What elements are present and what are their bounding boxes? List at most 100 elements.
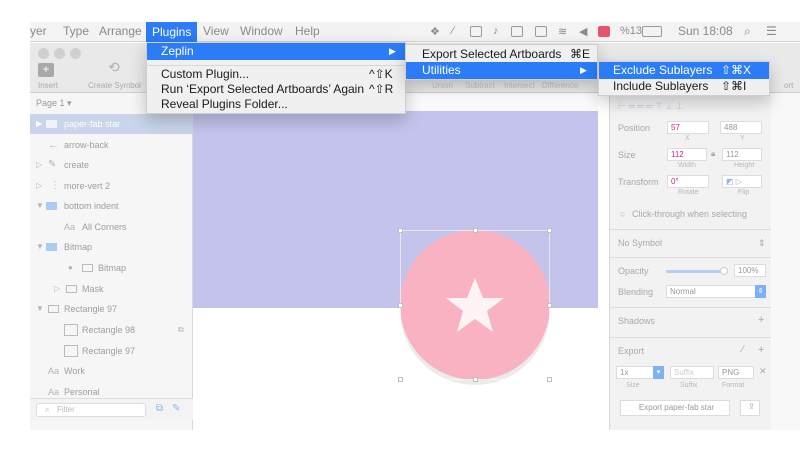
- menu-window[interactable]: Window: [240, 24, 283, 38]
- filter-input[interactable]: ⌕ Filter: [36, 403, 146, 417]
- spotlight-icon[interactable]: ⌕: [744, 24, 751, 39]
- intersect-label[interactable]: Intersect: [504, 81, 535, 90]
- close-window-button[interactable]: [38, 48, 49, 59]
- layer-row[interactable]: ▷ ⋮ more-vert 2: [30, 176, 193, 196]
- clock[interactable]: Sun 18:08: [678, 24, 733, 38]
- layer-row[interactable]: ▷ ✎ create: [30, 155, 193, 175]
- insert-button[interactable]: +: [38, 63, 54, 77]
- layer-row[interactable]: ▷ Mask: [30, 279, 193, 299]
- page-selector[interactable]: Page 1 ▾: [36, 98, 72, 109]
- airplay-icon[interactable]: [535, 26, 547, 37]
- menu-plugins[interactable]: Plugins: [146, 22, 198, 42]
- opacity-slider-knob[interactable]: [720, 267, 728, 275]
- scale-chevron-icon[interactable]: ▾: [653, 366, 664, 379]
- resize-handle[interactable]: [398, 377, 403, 382]
- red-app-icon[interactable]: [598, 26, 610, 37]
- menu-arrange[interactable]: Arrange: [99, 24, 142, 38]
- minimize-window-button[interactable]: [54, 48, 65, 59]
- menu-item-reveal-folder[interactable]: Reveal Plugins Folder...: [147, 96, 405, 113]
- pen-icon[interactable]: ⁄: [452, 25, 454, 37]
- notification-center-icon[interactable]: ☰: [766, 24, 777, 38]
- resize-handle[interactable]: [398, 228, 403, 233]
- bell-icon[interactable]: ♪: [493, 25, 499, 37]
- layer-row[interactable]: ▼ Rectangle 97: [30, 299, 193, 319]
- remove-export-icon[interactable]: ✕: [759, 366, 767, 377]
- layer-row[interactable]: ▼ Bitmap: [30, 237, 193, 257]
- create-folder-icon[interactable]: ⧉: [156, 403, 163, 414]
- disclosure-icon[interactable]: ▷: [36, 155, 42, 175]
- export-format-select[interactable]: PNG: [718, 366, 754, 379]
- subtract-label[interactable]: Subtract: [465, 81, 495, 90]
- export-toolbar-label[interactable]: ort: [784, 81, 793, 90]
- opacity-slider[interactable]: [666, 270, 724, 273]
- display-icon[interactable]: [511, 26, 523, 37]
- symbol-value[interactable]: No Symbol: [618, 238, 662, 248]
- layer-row[interactable]: Aa Work: [30, 361, 193, 381]
- x-field[interactable]: 57: [667, 121, 709, 134]
- click-through-checkbox[interactable]: ○: [620, 209, 625, 219]
- battery-percent: %13: [620, 25, 643, 37]
- flip-buttons[interactable]: ◩ ▷: [722, 175, 762, 188]
- disclosure-icon[interactable]: ▼: [36, 196, 44, 216]
- resize-handle[interactable]: [473, 228, 478, 233]
- blending-chevron-icon[interactable]: ⇕: [755, 285, 766, 298]
- menu-item-include-sublayers[interactable]: Include Sublayers ⇧⌘I: [599, 78, 769, 95]
- menu-item-zeplin[interactable]: Zeplin ▶: [147, 43, 405, 60]
- disclosure-icon[interactable]: ▷: [36, 176, 42, 196]
- dropbox-icon[interactable]: ❖: [430, 25, 440, 38]
- opacity-field[interactable]: 100%: [734, 264, 766, 277]
- resize-handle[interactable]: [547, 377, 552, 382]
- export-suffix-input[interactable]: Suffix: [670, 366, 714, 379]
- lock-icon[interactable]: 🔒︎: [711, 149, 715, 159]
- align-icons[interactable]: ⊢ ═ ═ ═ ⊤ ⊥ ⊥: [618, 101, 684, 112]
- menu-item-exclude-sublayers[interactable]: Exclude Sublayers ⇧⌘X: [599, 62, 769, 79]
- layer-row[interactable]: Rectangle 97: [30, 341, 193, 361]
- selection-box: [400, 230, 550, 380]
- create-symbol-icon[interactable]: ⟲: [108, 59, 120, 76]
- width-field[interactable]: 112: [667, 148, 707, 161]
- volume-icon[interactable]: ◀: [579, 25, 587, 38]
- layer-row[interactable]: ● Bitmap: [30, 258, 193, 278]
- layer-row[interactable]: ← arrow-back: [30, 135, 193, 155]
- menu-item-export-selected[interactable]: Export Selected Artboards ⌘E: [406, 46, 597, 63]
- share-icon[interactable]: ⇪: [740, 400, 760, 416]
- disclosure-icon[interactable]: ▼: [36, 237, 44, 257]
- wifi-icon[interactable]: ≋: [558, 25, 567, 38]
- size-sub-label: Size: [626, 382, 640, 389]
- y-field[interactable]: 488: [720, 121, 762, 134]
- menu-help[interactable]: Help: [295, 24, 320, 38]
- canvas[interactable]: [193, 93, 598, 430]
- layer-row[interactable]: Aa All Corners: [30, 217, 193, 237]
- layer-row[interactable]: ▶ paper-fab star: [30, 114, 193, 134]
- disclosure-icon[interactable]: ▶: [36, 114, 42, 134]
- layer-row[interactable]: Rectangle 98 ⧉: [30, 320, 193, 340]
- disclosure-icon[interactable]: ▷: [54, 279, 60, 299]
- resize-handle[interactable]: [547, 228, 552, 233]
- union-label[interactable]: Union: [432, 81, 453, 90]
- slice-icon[interactable]: ⁄: [742, 344, 744, 355]
- add-shadow-icon[interactable]: +: [758, 314, 764, 326]
- menu-item-utilities[interactable]: Utilities ▶: [406, 62, 597, 79]
- menu-view[interactable]: View: [203, 24, 229, 38]
- layer-label: create: [64, 160, 90, 170]
- resize-handle[interactable]: [473, 377, 478, 382]
- disclosure-icon[interactable]: ▼: [36, 299, 44, 319]
- difference-label[interactable]: Difference: [542, 81, 578, 90]
- folder-icon: [46, 120, 57, 128]
- layer-row[interactable]: ▼ bottom indent: [30, 196, 193, 216]
- zoom-window-button[interactable]: [70, 48, 81, 59]
- rotate-field[interactable]: 0°: [667, 175, 709, 188]
- height-field[interactable]: 112: [722, 148, 762, 161]
- export-button[interactable]: Export paper-fab star: [620, 400, 730, 416]
- menu-type[interactable]: Type: [63, 24, 89, 38]
- folder-icon: [46, 243, 57, 251]
- symbol-chevron-icon[interactable]: ⇕: [758, 238, 766, 249]
- app-tray-icon[interactable]: [470, 26, 482, 37]
- menu-layer[interactable]: yer: [30, 24, 47, 38]
- battery-icon[interactable]: [642, 26, 662, 37]
- edit-icon[interactable]: ✎: [172, 403, 180, 414]
- add-export-icon[interactable]: +: [758, 344, 764, 356]
- resize-handle[interactable]: [547, 303, 552, 308]
- blending-select[interactable]: Normal: [666, 285, 766, 298]
- resize-handle[interactable]: [398, 303, 403, 308]
